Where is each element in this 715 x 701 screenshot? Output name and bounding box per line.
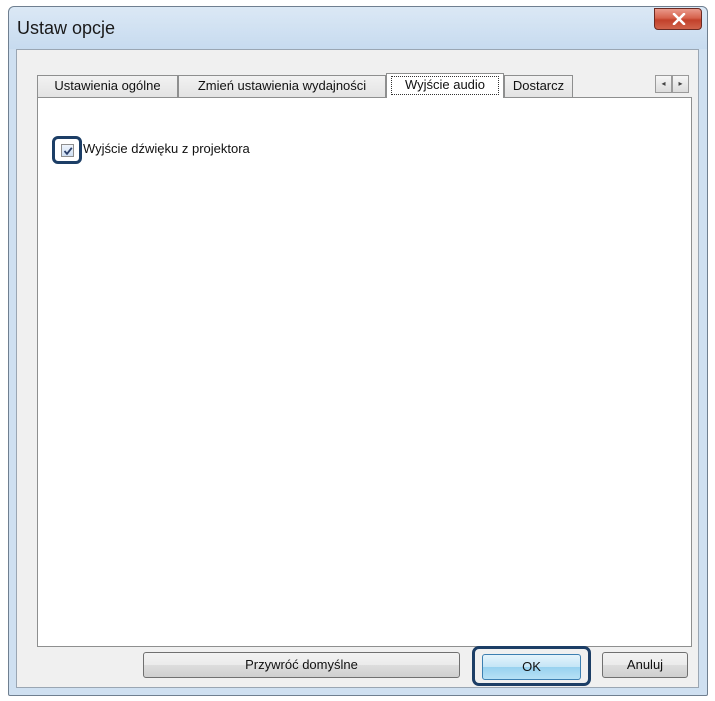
checkbox-highlight bbox=[52, 136, 82, 164]
scroll-right-button[interactable]: ▸ bbox=[672, 75, 689, 93]
tab-general-settings[interactable]: Ustawienia ogólne bbox=[37, 75, 178, 97]
focus-rectangle bbox=[391, 76, 499, 95]
tab-label: Zmień ustawienia wydajności bbox=[197, 78, 367, 93]
tab-scroll-buttons: ◂ ▸ bbox=[655, 75, 689, 95]
button-label: Przywróć domyślne bbox=[245, 657, 358, 672]
dialog-window: Ustaw opcje Ustawienia ogólne Zmień usta… bbox=[8, 6, 708, 696]
checkmark-icon bbox=[63, 147, 73, 156]
button-label: OK bbox=[522, 659, 541, 674]
ok-button-highlight: OK bbox=[472, 646, 591, 686]
chevron-right-icon: ▸ bbox=[678, 79, 683, 88]
cancel-button[interactable]: Anuluj bbox=[602, 652, 688, 678]
audio-output-checkbox[interactable] bbox=[61, 144, 74, 157]
scroll-left-button[interactable]: ◂ bbox=[655, 75, 672, 93]
chevron-left-icon: ◂ bbox=[661, 79, 666, 88]
dialog-title: Ustaw opcje bbox=[17, 18, 116, 38]
restore-defaults-button[interactable]: Przywróć domyślne bbox=[143, 652, 460, 678]
tab-deliver[interactable]: Dostarcz bbox=[504, 75, 573, 97]
tab-panel-audio: Wyjście dźwięku z projektora bbox=[37, 97, 692, 647]
close-button[interactable] bbox=[654, 8, 702, 30]
tab-label: Ustawienia ogólne bbox=[54, 78, 161, 93]
close-icon bbox=[672, 13, 686, 25]
button-label: Anuluj bbox=[626, 657, 664, 672]
tab-audio-output[interactable]: Wyjście audio bbox=[386, 73, 504, 98]
tab-label: Dostarcz bbox=[512, 78, 565, 93]
title-bar[interactable]: Ustaw opcje bbox=[9, 7, 707, 49]
dialog-content: Ustawienia ogólne Zmień ustawienia wydaj… bbox=[16, 49, 699, 688]
audio-output-label[interactable]: Wyjście dźwięku z projektora bbox=[83, 141, 250, 156]
tab-performance-settings[interactable]: Zmień ustawienia wydajności bbox=[178, 75, 386, 97]
ok-button[interactable]: OK bbox=[482, 654, 581, 680]
